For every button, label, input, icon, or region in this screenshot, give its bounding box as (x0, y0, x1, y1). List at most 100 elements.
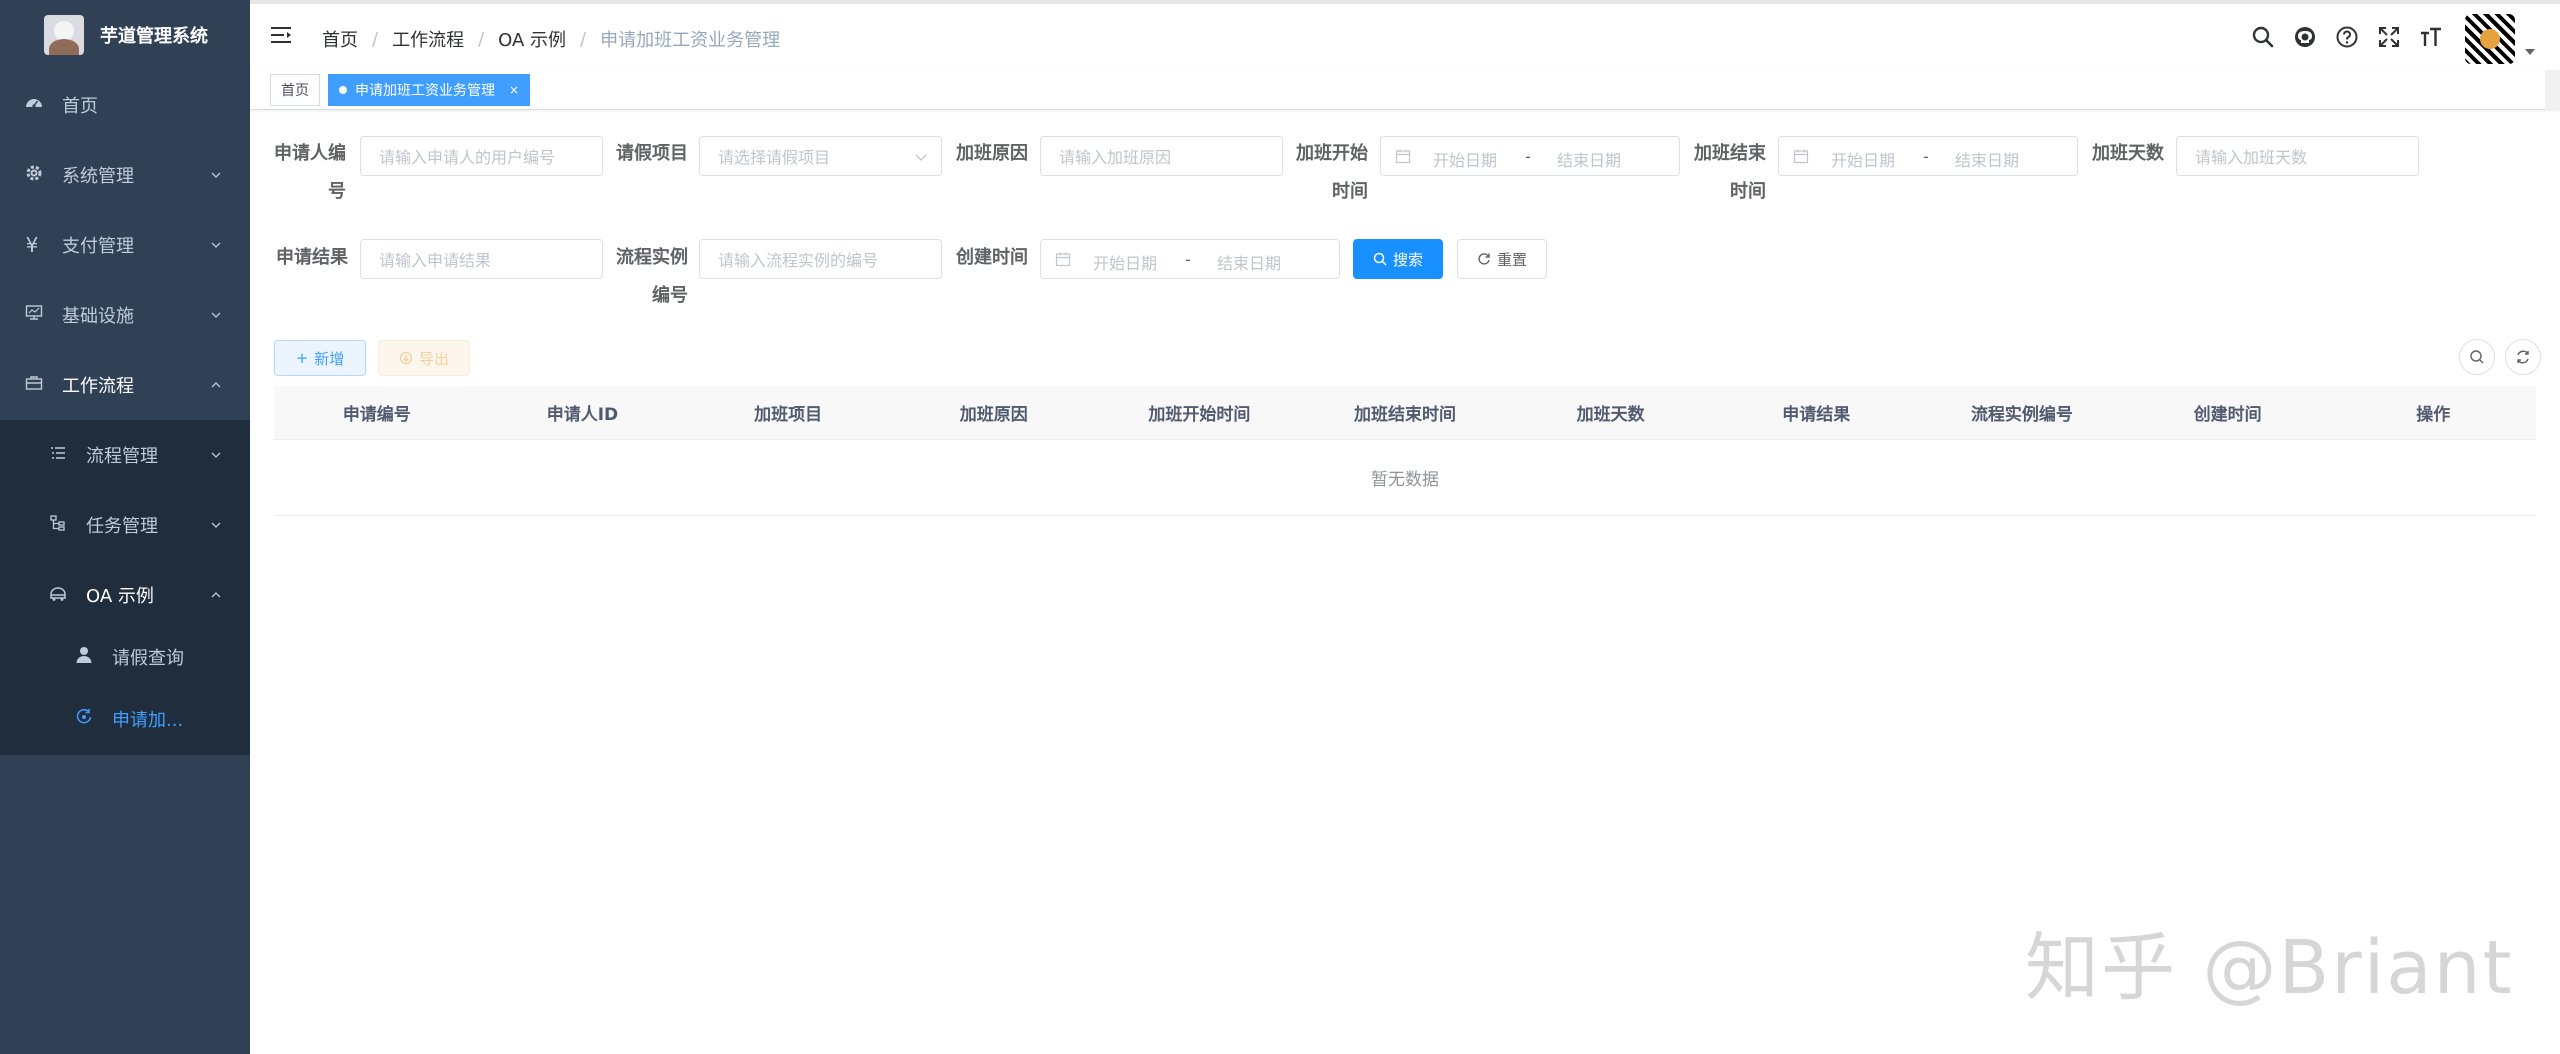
app-root: 芋道管理系统 首页 系统管理 ¥ 支付管理 基础设施 工作流程 流程管理 任务管… (0, 0, 2560, 1054)
ot-start-label: 加班开始时间 (1296, 143, 1368, 202)
tag-label: 首页 (281, 83, 309, 99)
column-header: 申请编号 (342, 405, 411, 425)
chevron-down-icon (915, 154, 927, 161)
sidebar-item-pay[interactable]: ¥ 支付管理 (0, 210, 250, 280)
search-button[interactable]: 搜索 (1353, 239, 1443, 279)
calendar-icon (1793, 149, 1809, 164)
export-button[interactable]: 导出 (378, 340, 470, 376)
sidebar-item-home[interactable]: 首页 (0, 70, 250, 140)
sidebar-item-infra[interactable]: 基础设施 (0, 280, 250, 350)
reason-label: 加班原因 (956, 143, 1028, 164)
column-header: 创建时间 (2193, 405, 2262, 425)
ot-end-label: 加班结束时间 (1694, 143, 1766, 202)
search-icon (2470, 350, 2484, 364)
oa-icon (48, 584, 68, 606)
add-button[interactable]: + 新增 (274, 340, 366, 376)
hamburger-icon[interactable] (270, 24, 292, 46)
column-header: 申请人ID (546, 405, 619, 425)
app-title: 芋道管理系统 (100, 26, 208, 47)
start-date-placeholder: 开始日期 (1831, 151, 1896, 170)
calendar-icon (1055, 252, 1071, 267)
sidebar-item-oa[interactable]: OA 示例 (0, 560, 250, 630)
navbar: 首页 / 工作流程 / OA 示例 / 申请加班工资业务管理 (250, 0, 2560, 70)
sidebar-item-system[interactable]: 系统管理 (0, 140, 250, 210)
chevron-down-icon (211, 312, 221, 318)
sidebar-item-label: 首页 (62, 96, 98, 117)
dashboard-icon (24, 94, 44, 116)
range-separator: - (1185, 250, 1191, 269)
result-label: 申请结果 (276, 247, 348, 268)
search-icon[interactable] (2250, 24, 2276, 50)
applicant-label: 申请人编号 (274, 143, 346, 202)
leave-item-label: 请假项目 (616, 143, 688, 164)
applicant-input[interactable]: 请输入申请人的用户编号 (360, 136, 603, 176)
gear-icon (24, 164, 44, 186)
caret-down-icon[interactable] (2525, 49, 2535, 55)
logo[interactable]: 芋道管理系统 (0, 0, 250, 70)
question-icon[interactable] (2334, 24, 2360, 50)
result-input[interactable]: 请输入申请结果 (360, 239, 603, 279)
refresh-icon (2517, 350, 2529, 364)
breadcrumb: 首页 / 工作流程 / OA 示例 / 申请加班工资业务管理 (322, 26, 780, 52)
leave-item-select[interactable]: 请选择请假项目 (699, 136, 942, 176)
days-label: 加班天数 (2092, 143, 2164, 164)
watermark: 知乎 @Briant (2025, 925, 2514, 1011)
fullscreen-icon[interactable] (2376, 24, 2402, 50)
chevron-up-icon (211, 382, 221, 388)
chevron-down-icon (211, 172, 221, 178)
sidebar-item-label: 系统管理 (62, 166, 134, 187)
sidebar-item-leave-query[interactable]: 请假查询 (0, 626, 250, 688)
scrollbar[interactable] (2545, 70, 2560, 110)
range-separator: - (1525, 147, 1531, 166)
user-icon (74, 646, 94, 668)
refresh-button[interactable] (2505, 339, 2541, 375)
sidebar-item-workflow[interactable]: 工作流程 (0, 350, 250, 420)
column-header: 加班结束时间 (1354, 405, 1457, 425)
chevron-down-icon (211, 522, 221, 528)
download-icon (399, 351, 413, 365)
days-input[interactable]: 请输入加班天数 (2176, 136, 2419, 176)
process-label: 流程实例编号 (616, 247, 688, 306)
avatar[interactable] (2465, 14, 2515, 64)
input-placeholder: 请输入加班天数 (2195, 148, 2308, 167)
created-range[interactable]: 开始日期 - 结束日期 (1040, 239, 1340, 279)
range-separator: - (1923, 147, 1929, 166)
sidebar-item-process-mgmt[interactable]: 流程管理 (0, 420, 250, 490)
tag-label: 申请加班工资业务管理 (355, 83, 495, 99)
column-header: 加班开始时间 (1148, 405, 1251, 425)
input-placeholder: 请输入申请人的用户编号 (379, 148, 556, 167)
process-input[interactable]: 请输入流程实例的编号 (699, 239, 942, 279)
breadcrumb-item[interactable]: OA 示例 (498, 26, 566, 52)
search-icon (1373, 252, 1387, 266)
end-date-placeholder: 结束日期 (1217, 254, 1282, 273)
logo-image (44, 15, 84, 55)
github-icon[interactable] (2292, 24, 2318, 50)
table-header: 申请编号 申请人ID 加班项目 加班原因 加班开始时间 加班结束时间 加班天数 … (274, 386, 2536, 440)
tag-home[interactable]: 首页 (270, 74, 320, 106)
sidebar-item-task-mgmt[interactable]: 任务管理 (0, 490, 250, 560)
reset-button[interactable]: 重置 (1457, 239, 1547, 279)
chevron-down-icon (211, 242, 221, 248)
yen-icon: ¥ (25, 233, 39, 257)
font-size-icon[interactable] (2418, 24, 2444, 50)
toggle-search-button[interactable] (2459, 339, 2495, 375)
breadcrumb-item[interactable]: 工作流程 (392, 26, 464, 52)
active-dot-icon (339, 86, 347, 94)
close-icon[interactable]: × (509, 83, 519, 97)
refresh-icon (1478, 253, 1490, 265)
sidebar-item-label: 支付管理 (62, 236, 134, 257)
created-label: 创建时间 (956, 247, 1028, 268)
chevron-up-icon (211, 592, 221, 598)
ot-start-range[interactable]: 开始日期 - 结束日期 (1380, 136, 1680, 176)
column-header: 加班天数 (1576, 405, 1645, 425)
calendar-icon (1395, 149, 1411, 164)
sidebar-item-overtime-apply[interactable]: 申请加... (0, 688, 250, 750)
reason-input[interactable]: 请输入加班原因 (1040, 136, 1283, 176)
monitor-icon (24, 304, 44, 326)
input-placeholder: 请输入加班原因 (1059, 148, 1172, 167)
ot-end-range[interactable]: 开始日期 - 结束日期 (1778, 136, 2078, 176)
sidebar-item-label: OA 示例 (86, 586, 154, 607)
tag-active[interactable]: 申请加班工资业务管理 × (328, 74, 531, 106)
breadcrumb-item[interactable]: 首页 (322, 26, 358, 52)
start-date-placeholder: 开始日期 (1433, 151, 1498, 170)
